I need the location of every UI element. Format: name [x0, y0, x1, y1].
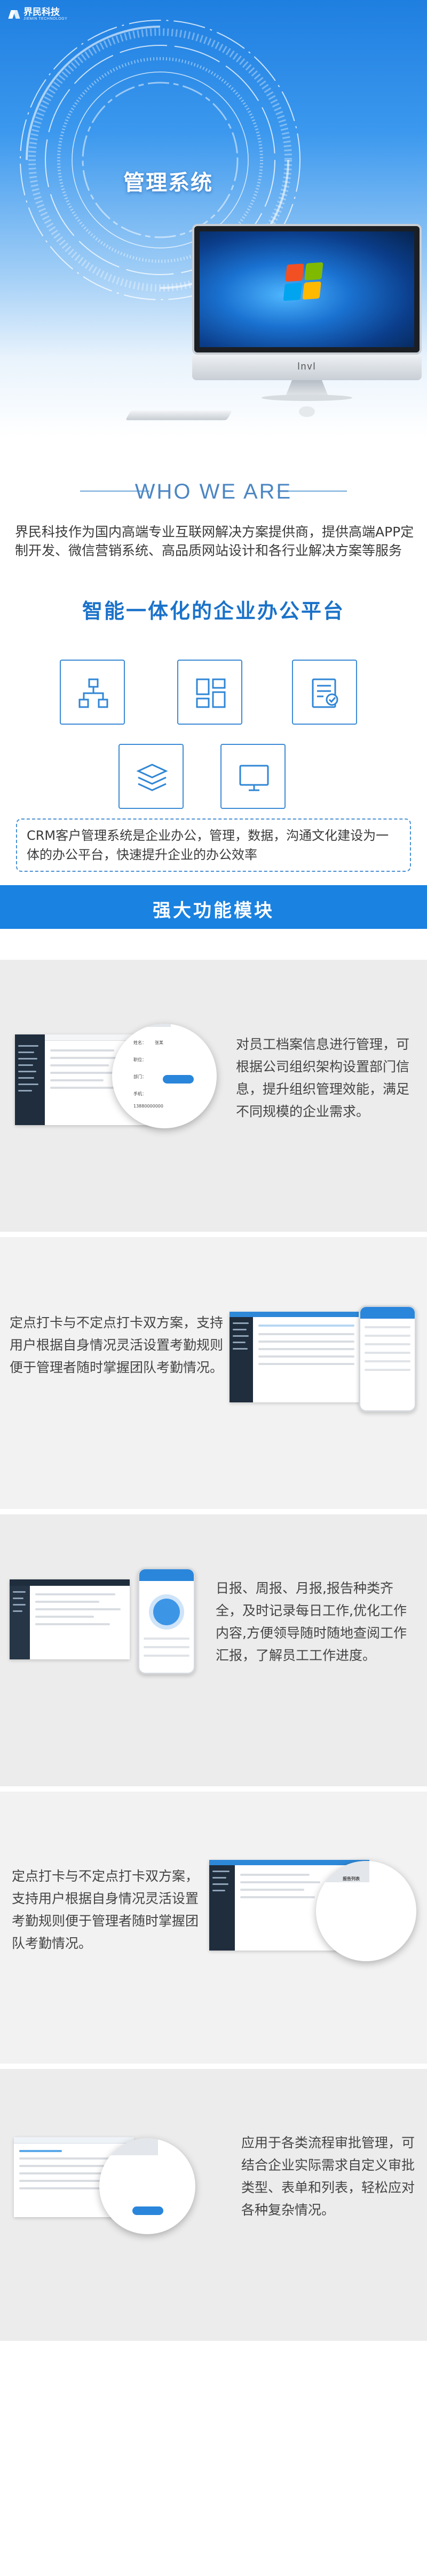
who-we-are-heading: WHO WE ARE	[0, 480, 427, 503]
org-chart-icon[interactable]	[60, 660, 125, 725]
who-we-are-text: WHO WE ARE	[135, 480, 292, 503]
phone-mockup-attendance	[359, 1305, 416, 1412]
hero-banner: 界民科技 JIEMIN TECHNOLOGY 管理系统 lnvl	[0, 0, 427, 437]
employee-info-popup: 姓名： 张某 职位： 部门： 手机： 13880000000	[112, 1024, 217, 1128]
phone-mockup-reports	[138, 1568, 195, 1674]
monitor-icon[interactable]	[220, 744, 286, 809]
feature-reports: 日报、周报、月报,报告种类齐全，及时记录每日工作,优化工作内容,方便领导随时随地…	[0, 1514, 427, 1786]
windows-logo-icon	[283, 262, 324, 302]
hero-title: 管理系统	[123, 171, 213, 195]
feature-1-description: 对员工档案信息进行管理，可根据公司组织架构设置部门信息，提升组织管理效能，满足不…	[236, 1037, 410, 1119]
feature-approvals: 应用于各类流程审批管理，可结合企业实际需求自定义审批类型、表单和列表，轻松应对各…	[0, 2069, 427, 2341]
feature-attendance-rules: 定点打卡与不定点打卡双方案，支持用户根据自身情况灵活设置考勤规则便于管理者随时掌…	[0, 1792, 427, 2064]
dashboard-grid-icon[interactable]	[177, 660, 242, 725]
checklist-icon[interactable]	[292, 660, 357, 725]
feature-2-description: 定点打卡与不定点打卡双方案，支持用户根据自身情况灵活设置考勤规则便于管理者随时掌…	[10, 1315, 224, 1375]
keyboard-illustration	[125, 411, 233, 420]
monitor-brand-label: lnvl	[297, 361, 317, 372]
feature-4-description: 定点打卡与不定点打卡双方案，支持用户根据自身情况灵活设置考勤规则便于管理者随时掌…	[12, 1868, 199, 1951]
approval-form-popup	[99, 2138, 195, 2234]
attendance-dashboard-mockup	[230, 1312, 363, 1402]
mouse-illustration	[299, 406, 315, 417]
layers-icon[interactable]	[118, 744, 184, 809]
functions-title: 强大功能模块	[153, 900, 274, 921]
desktop-monitor-illustration: lnvl	[192, 224, 422, 405]
feature-attendance: 定点打卡与不定点打卡双方案，支持用户根据自身情况灵活设置考勤规则便于管理者随时掌…	[0, 1237, 427, 1509]
crm-description: CRM客户管理系统是企业办公，管理，数据，沟通文化建设为一体的办公平台，快速提升…	[16, 818, 411, 872]
feature-3-description: 日报、周报、月报,报告种类齐全，及时记录每日工作,优化工作内容,方便领导随时随地…	[216, 1580, 407, 1663]
platform-title: 智能一体化的企业办公平台	[82, 599, 345, 623]
company-intro: 界民科技作为国内高端专业互联网解决方案提供商，提供高端APP定制开发、微信营销系…	[15, 524, 414, 558]
report-list-popup: 报告列表	[316, 1861, 416, 1961]
report-dashboard-mockup	[10, 1579, 130, 1659]
feature-employee-records: 姓名： 张某 职位： 部门： 手机： 13880000000 对员工档案信息进行…	[0, 960, 427, 1232]
functions-banner: 强大功能模块	[0, 885, 427, 929]
feature-5-description: 应用于各类流程审批管理，可结合企业实际需求自定义审批类型、表单和列表，轻松应对各…	[241, 2135, 415, 2218]
